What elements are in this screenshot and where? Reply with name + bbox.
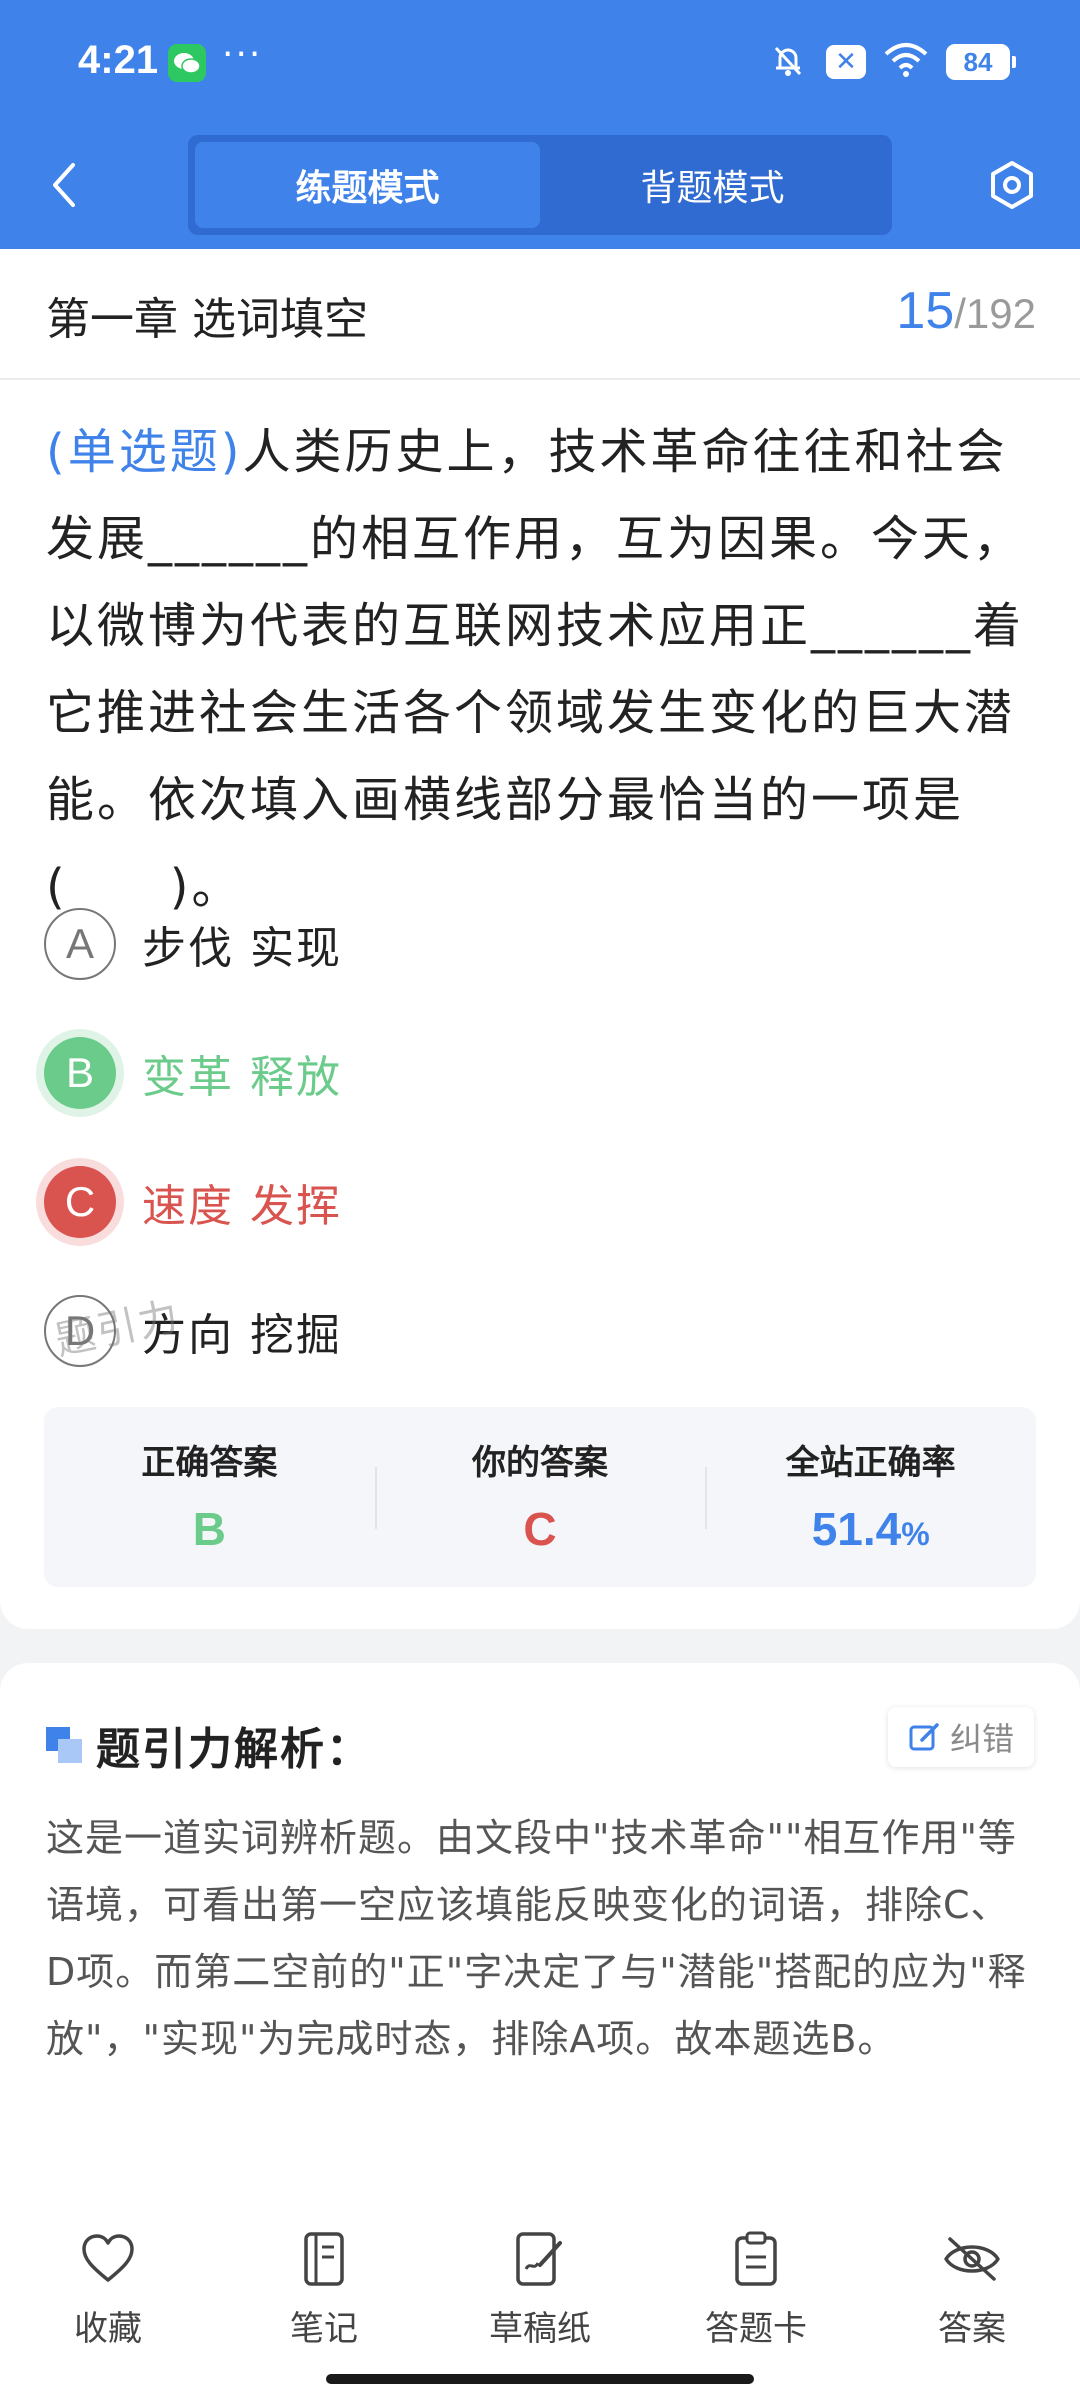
bottom-toolbar: 收藏 笔记 草稿纸 答题卡 答案 xyxy=(0,2203,1080,2400)
current-question-number: 15 xyxy=(896,282,955,340)
status-bar: 4:21 ··· ✕ 84 xyxy=(0,0,1080,125)
stat-label: 正确答案 xyxy=(141,1443,278,1483)
answer-card-icon xyxy=(676,2227,836,2291)
app-header: 4:21 ··· ✕ 84 练题模式 背题模式 xyxy=(0,0,1080,249)
option-text: 变革 释放 xyxy=(142,1051,342,1103)
options-list: A 步伐 实现 B 变革 释放 C 速度 发挥 D 方向 挖掘 题引力 xyxy=(44,879,1034,1395)
nav-bar: 练题模式 背题模式 xyxy=(0,125,1080,249)
status-icons: ✕ 84 xyxy=(768,40,1016,84)
tab-label: 草稿纸 xyxy=(489,2309,591,2349)
question-text: 人类历史上，技术革命往往和社会发展______的相互作用，互为因果。今天，以微博… xyxy=(46,424,1025,915)
stat-value: 51.4% xyxy=(705,1502,1036,1556)
draft-icon xyxy=(460,2227,620,2291)
question-progress: 15/192 xyxy=(896,281,1036,341)
tab-answer[interactable]: 答案 xyxy=(892,2227,1052,2350)
stat-correct-answer: 正确答案 B xyxy=(44,1407,375,1587)
stat-your-answer: 你的答案 C xyxy=(374,1407,706,1587)
tab-draft[interactable]: 草稿纸 xyxy=(460,2227,620,2350)
option-letter: C xyxy=(44,1165,116,1238)
option-d[interactable]: D 方向 挖掘 题引力 xyxy=(44,1266,1034,1395)
settings-button[interactable] xyxy=(982,155,1042,215)
back-button[interactable] xyxy=(42,155,86,215)
edit-icon xyxy=(909,1723,939,1751)
stat-label: 全站正确率 xyxy=(785,1443,956,1483)
tab-answer-card[interactable]: 答题卡 xyxy=(676,2227,836,2350)
hexagon-settings-icon xyxy=(991,161,1033,209)
notebook-icon xyxy=(244,2227,404,2291)
total-questions: /192 xyxy=(954,290,1036,337)
tab-notes[interactable]: 笔记 xyxy=(244,2227,404,2350)
stat-value: B xyxy=(192,1503,226,1555)
analysis-text: 这是一道实词辨析题。由文段中"技术革命""相互作用"等语境，可看出第一空应该填能… xyxy=(46,1816,1027,2061)
question-card: 第一章 选词填空 15/192 (单选题)人类历史上，技术革命往往和社会发展__… xyxy=(0,249,1080,1629)
heart-icon xyxy=(28,2227,188,2291)
chapter-title: 第一章 选词填空 xyxy=(46,294,368,345)
option-a[interactable]: A 步伐 实现 xyxy=(44,879,1034,1008)
answer-stats: 正确答案 B 你的答案 C 全站正确率 51.4% xyxy=(44,1407,1036,1587)
analysis-logo-icon xyxy=(46,1727,82,1763)
eye-off-icon xyxy=(892,2227,1052,2291)
analysis-title: 题引力解析： xyxy=(96,1724,372,1775)
tab-favorite[interactable]: 收藏 xyxy=(28,2227,188,2350)
analysis-header: 题引力解析： xyxy=(46,1713,372,1777)
question-stem: (单选题)人类历史上，技术革命往往和社会发展______的相互作用，互为因果。今… xyxy=(46,409,1036,931)
rate-unit: % xyxy=(901,1516,930,1552)
stat-label: 你的答案 xyxy=(472,1443,608,1483)
stat-value: C xyxy=(523,1503,557,1555)
mute-bell-icon xyxy=(768,40,808,84)
stat-accuracy-rate: 全站正确率 51.4% xyxy=(705,1407,1036,1587)
report-error-button[interactable]: 纠错 xyxy=(887,1707,1034,1767)
option-b[interactable]: B 变革 释放 xyxy=(44,1008,1034,1137)
tab-label: 收藏 xyxy=(74,2309,142,2349)
wifi-icon xyxy=(884,42,928,82)
x-status-icon: ✕ xyxy=(826,45,866,79)
tab-label: 答案 xyxy=(938,2309,1006,2349)
chevron-left-icon xyxy=(53,163,75,207)
option-letter: B xyxy=(44,1036,116,1109)
report-error-label: 纠错 xyxy=(949,1720,1014,1758)
mode-switch: 练题模式 背题模式 xyxy=(188,135,892,235)
more-notifications-icon: ··· xyxy=(222,34,263,75)
option-letter: A xyxy=(44,907,116,980)
tab-label: 笔记 xyxy=(290,2309,358,2349)
question-type: (单选题) xyxy=(46,424,243,480)
home-indicator[interactable] xyxy=(326,2374,754,2384)
tab-memorize-mode[interactable]: 背题模式 xyxy=(540,142,885,228)
analysis-card: 题引力解析： 纠错 这是一道实词辨析题。由文段中"技术革命""相互作用"等语境，… xyxy=(0,1663,1080,2203)
battery-indicator: 84 xyxy=(946,44,1016,80)
status-time: 4:21 xyxy=(78,38,159,82)
wechat-notification-icon xyxy=(168,44,206,82)
rate-number: 51.4 xyxy=(811,1503,902,1555)
option-c[interactable]: C 速度 发挥 xyxy=(44,1137,1034,1266)
option-text: 步伐 实现 xyxy=(142,922,342,974)
tab-practice-mode[interactable]: 练题模式 xyxy=(195,142,540,228)
chapter-row: 第一章 选词填空 15/192 xyxy=(0,249,1080,380)
tab-label: 答题卡 xyxy=(705,2309,807,2349)
option-text: 速度 发挥 xyxy=(142,1180,342,1232)
